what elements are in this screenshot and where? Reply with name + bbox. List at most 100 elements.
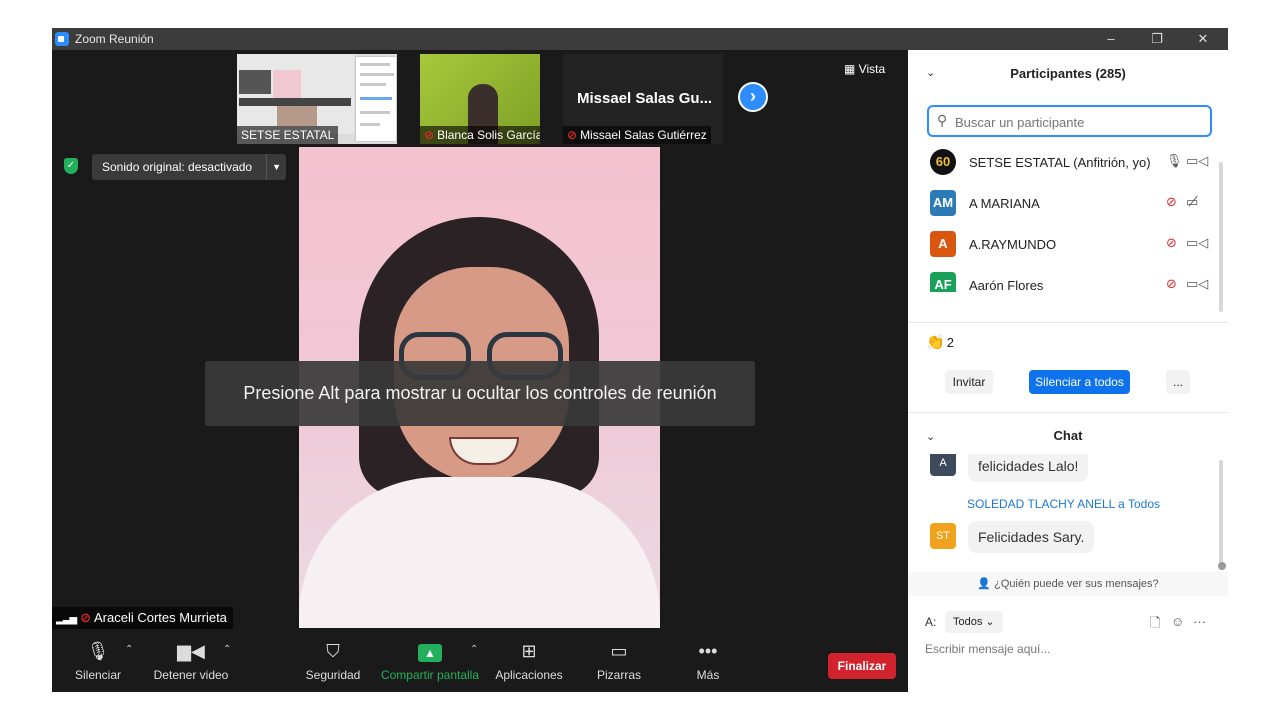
more-button[interactable]: ••• Más: [692, 638, 724, 682]
chat-title: Chat: [1053, 428, 1083, 443]
person-icon: 👤: [977, 578, 995, 590]
thumbnail-blanca-solis[interactable]: ⊘ Blanca Solis García: [420, 54, 540, 144]
participant-name: Aarón Flores: [969, 278, 1044, 292]
file-icon[interactable]: 🗋: [1150, 614, 1160, 636]
who-can-see-link[interactable]: 👤 ¿Quién puede ver sus mensajes?: [908, 572, 1228, 596]
share-arrow-icon: ▲: [418, 644, 442, 662]
encryption-shield-icon[interactable]: ✓: [64, 158, 78, 174]
participant-name: A MARIANA: [969, 196, 1040, 211]
security-button[interactable]: ⛉ Seguridad: [304, 638, 362, 682]
next-page-arrow-icon[interactable]: ›: [738, 82, 768, 112]
participants-title: Participantes (285): [1010, 66, 1126, 81]
invite-button[interactable]: Invitar: [945, 370, 993, 394]
avatar: 60: [930, 149, 956, 175]
participant-row[interactable]: 60 SETSE ESTATAL (Anfitrión, yo) 🎙 ▭◁: [908, 142, 1218, 182]
chat-sender: SOLEDAD TLACHY ANELL a Todos: [967, 497, 1160, 511]
search-icon: ⚲: [937, 112, 948, 128]
emoji-icon[interactable]: ☺: [1171, 614, 1184, 629]
video-off-icon[interactable]: ▭̸: [1186, 194, 1198, 210]
participant-search[interactable]: ⚲: [927, 105, 1212, 137]
reaction-summary: 👏 2: [926, 334, 954, 351]
participants-header: ⌄ Participantes (285): [908, 50, 1228, 94]
share-screen-button[interactable]: ▲ Compartir pantalla: [380, 638, 480, 682]
chevron-down-icon[interactable]: ▼: [266, 154, 286, 180]
shared-window-preview: [355, 56, 397, 142]
thumbnail-name: Blanca Solis García: [437, 128, 540, 142]
avatar: A: [930, 231, 956, 257]
recipient-dropdown[interactable]: Todos ⌄: [945, 611, 1003, 633]
audio-options-caret[interactable]: ⌃: [125, 644, 133, 655]
zoom-app-icon: [55, 32, 69, 46]
whiteboard-icon: ▭: [610, 641, 628, 661]
thumbnail-display-name: Missael Salas Gu...: [577, 90, 713, 107]
stop-video-button[interactable]: ▆◀ Detener video: [152, 638, 230, 682]
video-camera-icon[interactable]: ▭◁: [1186, 153, 1208, 169]
view-button[interactable]: ▦ Vista: [844, 62, 885, 76]
side-panel: ⌄ Participantes (285) ⚲ 60 SETSE ESTATAL…: [908, 50, 1228, 692]
avatar: ST: [930, 523, 956, 549]
restore-button[interactable]: ❐: [1134, 28, 1180, 50]
participant-row[interactable]: A A.RAYMUNDO ⊘ ▭◁: [908, 224, 1218, 264]
close-button[interactable]: ✕: [1180, 28, 1226, 50]
chat-header: ⌄ Chat: [908, 414, 1228, 454]
meeting-toolbar: 🎙 Silenciar ⌃ ▆◀ Detener video ⌃ ⛉ Segur…: [52, 634, 908, 692]
participant-list: 60 SETSE ESTATAL (Anfitrión, yo) 🎙 ▭◁ AM…: [908, 142, 1218, 292]
participant-row[interactable]: AM A MARIANA ⊘ ▭̸: [908, 183, 1218, 223]
mic-muted-icon[interactable]: ⊘: [1166, 235, 1177, 251]
zoom-window: Zoom Reunión – ❐ ✕ SETSE ESTATAL ⊘ Blanca…: [52, 28, 1228, 692]
chat-message: Felicidades Sary.: [968, 521, 1095, 553]
thumbnail-name: Missael Salas Gutiérrez: [580, 128, 707, 142]
recipient-label: A:: [925, 615, 937, 629]
window-title: Zoom Reunión: [75, 32, 154, 46]
avatar: A: [930, 454, 956, 476]
chat-message: felicidades Lalo!: [968, 454, 1089, 482]
mic-muted-icon[interactable]: ⊘: [1166, 276, 1177, 292]
mic-muted-icon: ⊘: [80, 610, 91, 625]
thumbnail-setse-estatal[interactable]: SETSE ESTATAL: [237, 54, 397, 144]
thumbnail-missael-salas[interactable]: Missael Salas Gu... ⊘ Missael Salas Gutié…: [563, 54, 723, 144]
alt-hint-overlay: Presione Alt para mostrar u ocultar los …: [205, 361, 755, 426]
video-camera-icon[interactable]: ▭◁: [1186, 276, 1208, 292]
signal-strength-icon: ▂▃▅: [56, 614, 77, 625]
video-camera-icon: ▆◀: [177, 641, 205, 661]
mic-muted-icon[interactable]: ⊘: [1166, 194, 1177, 210]
participant-search-input[interactable]: [955, 113, 1205, 131]
thumbnail-name: SETSE ESTATAL: [237, 126, 339, 144]
scroll-indicator: [1218, 562, 1226, 570]
video-camera-icon[interactable]: ▭◁: [1186, 235, 1208, 251]
mic-muted-icon: ⊘: [567, 128, 578, 142]
chat-composer: A: Todos ⌄ 🗋 ☺ ··· Escribir mensaje aquí…: [908, 602, 1228, 692]
shared-screen-preview: [237, 54, 354, 134]
apps-icon: ⊞: [521, 641, 537, 661]
mute-all-button[interactable]: Silenciar a todos: [1029, 370, 1130, 394]
end-meeting-button[interactable]: Finalizar: [828, 653, 896, 679]
video-stage: SETSE ESTATAL ⊘ Blanca Solis García Missa…: [52, 50, 908, 634]
whiteboards-button[interactable]: ▭ Pizarras: [594, 638, 644, 682]
more-dots-icon: •••: [698, 641, 718, 661]
share-options-caret[interactable]: ⌃: [470, 644, 478, 655]
video-options-caret[interactable]: ⌃: [223, 644, 231, 655]
participant-scrollbar[interactable]: [1219, 162, 1223, 312]
shield-icon: ⛉: [326, 641, 340, 661]
speaker-name-badge: ▂▃▅ ⊘ Araceli Cortes Murrieta: [52, 607, 233, 629]
participant-row[interactable]: AF Aarón Flores ⊘ ▭◁: [908, 265, 1218, 292]
speaker-name: Araceli Cortes Murrieta: [93, 610, 227, 625]
participant-name: A.RAYMUNDO: [969, 237, 1057, 252]
minimize-button[interactable]: –: [1088, 28, 1134, 50]
participant-name: SETSE ESTATAL (Anfitrión, yo): [969, 155, 1151, 170]
avatar: AM: [930, 190, 956, 216]
apps-button[interactable]: ⊞ Aplicaciones: [494, 638, 564, 682]
participants-more-button[interactable]: ...: [1166, 370, 1190, 394]
mute-button[interactable]: 🎙 Silenciar: [74, 638, 122, 682]
more-dots-icon[interactable]: ···: [1193, 614, 1206, 629]
original-sound-button[interactable]: Sonido original: desactivado ▼: [92, 154, 287, 180]
title-bar: Zoom Reunión – ❐ ✕: [52, 28, 1228, 50]
message-input[interactable]: Escribir mensaje aquí...: [925, 642, 1050, 656]
microphone-icon[interactable]: 🎙: [1166, 153, 1183, 169]
chevron-down-icon: ⌄: [985, 616, 995, 628]
mic-muted-icon: ⊘: [424, 128, 435, 142]
avatar: AF: [930, 272, 956, 292]
microphone-icon: 🎙: [86, 641, 110, 661]
chat-scrollbar[interactable]: [1219, 460, 1223, 570]
grid-icon: ▦: [844, 62, 859, 76]
